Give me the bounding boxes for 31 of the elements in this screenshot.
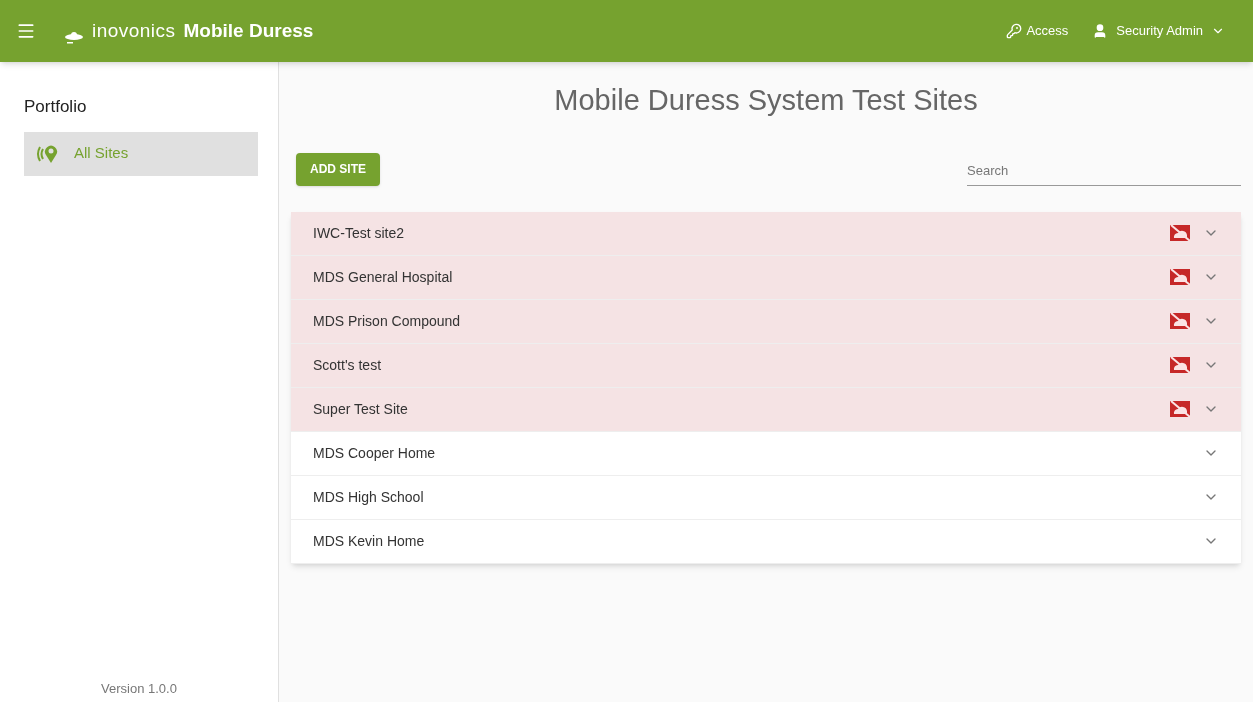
site-name: MDS High School [313,487,424,507]
site-name: MDS Cooper Home [313,443,436,463]
site-row[interactable]: MDS Kevin Home [291,519,1241,564]
site-row[interactable]: MDS Cooper Home [291,431,1241,476]
menu-icon[interactable] [16,21,36,41]
key-icon [1006,23,1023,39]
logo-icon [64,31,84,46]
sidebar-heading: Portfolio [24,96,88,118]
site-name: IWC-Test site2 [313,223,404,243]
site-row[interactable]: MDS High School [291,475,1241,520]
page-title: Mobile Duress System Test Sites [553,83,979,118]
no-signal-icon [1169,312,1191,330]
location-pin-icon [36,143,58,164]
no-signal-icon [1169,224,1191,242]
site-name: MDS General Hospital [313,267,453,287]
no-signal-icon [1169,268,1191,286]
site-row[interactable]: MDS Prison Compound [291,299,1241,344]
no-signal-icon [1169,400,1191,418]
site-row[interactable]: IWC-Test site2 [291,211,1241,256]
site-name: Super Test Site [313,399,408,419]
site-name: MDS Prison Compound [313,311,461,331]
version-label: Version 1.0.0 [100,679,178,698]
site-name: MDS Kevin Home [313,531,425,551]
brand-name: inovonics [92,18,176,43]
app-title: Mobile Duress [183,18,314,43]
search-field[interactable]: Search [967,161,1241,186]
no-signal-icon [1169,356,1191,374]
site-name: Scott's test [313,355,382,375]
site-row[interactable]: Scott's test [291,343,1241,388]
site-row[interactable]: MDS General Hospital [291,255,1241,300]
site-row[interactable]: Super Test Site [291,387,1241,432]
